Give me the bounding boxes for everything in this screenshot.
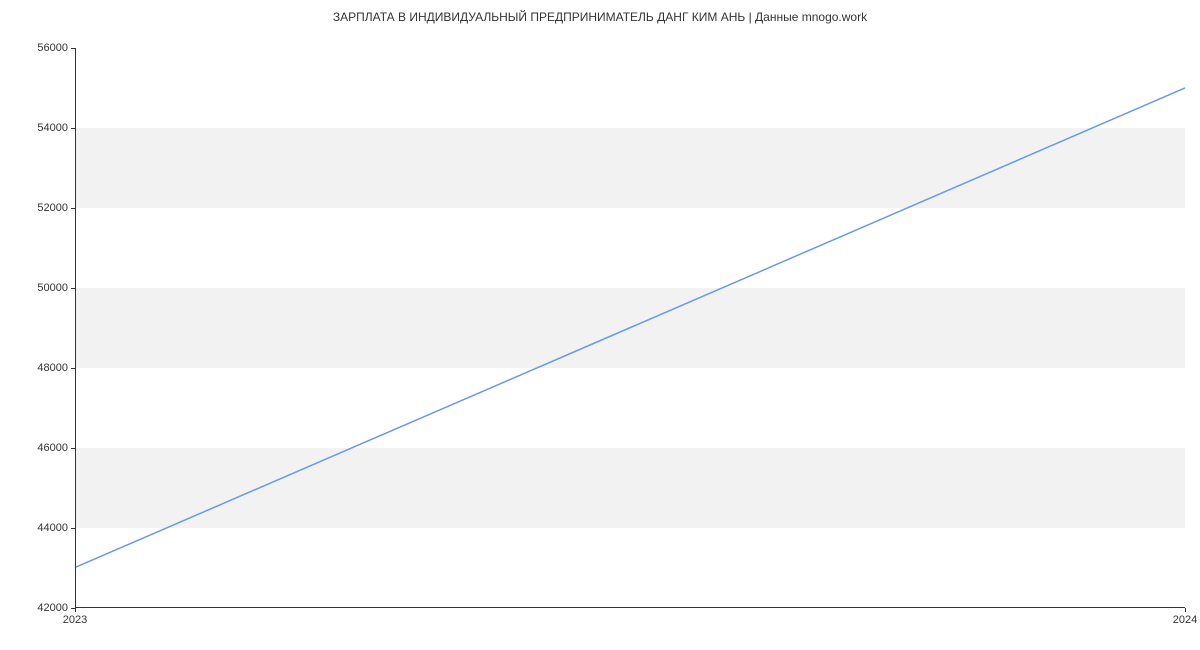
y-tick-label: 44000	[37, 522, 68, 534]
y-tick-mark	[71, 128, 75, 129]
x-tick-label: 2023	[63, 614, 87, 626]
y-tick-label: 56000	[37, 42, 68, 54]
y-tick-mark	[71, 368, 75, 369]
x-tick-label: 2024	[1173, 614, 1197, 626]
y-tick-label: 54000	[37, 122, 68, 134]
y-tick-label: 46000	[37, 442, 68, 454]
x-tick-mark	[1185, 608, 1186, 612]
y-tick-mark	[71, 448, 75, 449]
data-line	[76, 88, 1185, 567]
y-tick-label: 42000	[37, 602, 68, 614]
x-tick-mark	[75, 608, 76, 612]
chart-line-svg	[76, 48, 1185, 607]
chart-title: ЗАРПЛАТА В ИНДИВИДУАЛЬНЫЙ ПРЕДПРИНИМАТЕЛ…	[0, 10, 1200, 24]
y-tick-label: 50000	[37, 282, 68, 294]
y-tick-mark	[71, 208, 75, 209]
y-tick-mark	[71, 48, 75, 49]
y-tick-mark	[71, 528, 75, 529]
y-tick-label: 52000	[37, 202, 68, 214]
plot-area	[75, 48, 1185, 608]
y-tick-mark	[71, 288, 75, 289]
y-tick-label: 48000	[37, 362, 68, 374]
